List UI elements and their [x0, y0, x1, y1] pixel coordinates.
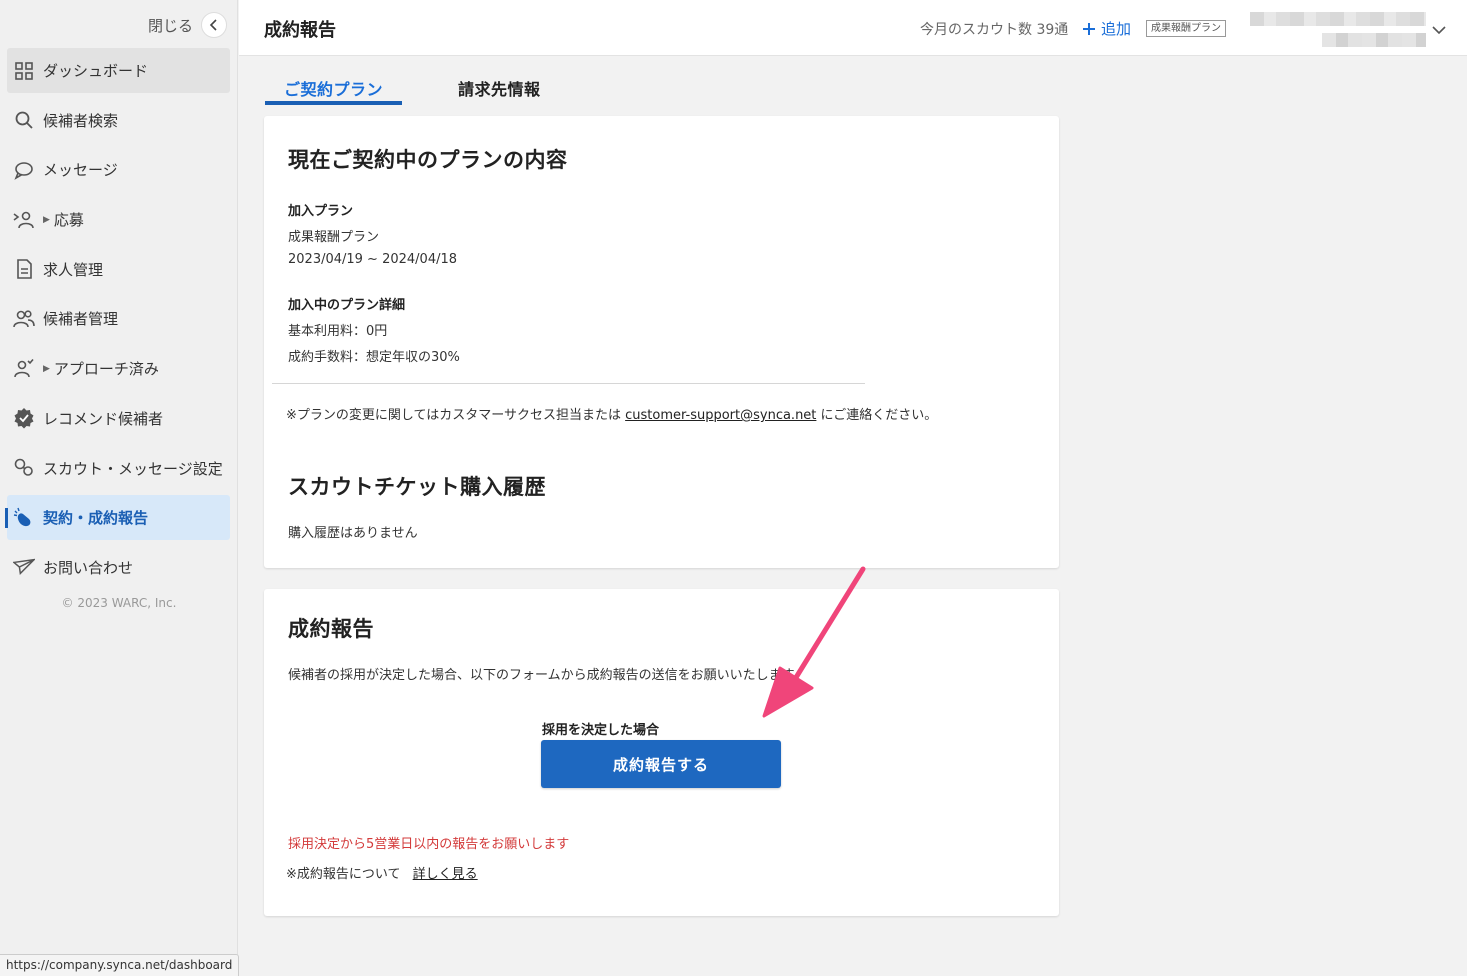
report-heading: 成約報告 — [288, 617, 374, 641]
ticket-history-empty: 購入履歴はありません — [288, 526, 418, 541]
plan-name: 成果報酬プラン — [288, 230, 380, 245]
chevron-down-icon[interactable] — [1432, 20, 1446, 39]
sidebar-item-candidate-management[interactable]: 候補者管理 — [7, 296, 230, 341]
sidebar-item-label: スカウト・メッセージ設定 — [43, 459, 223, 478]
report-deadline-warning: 採用決定から5営業日以内の報告をお願いします — [288, 837, 570, 852]
person-check-icon — [13, 358, 35, 380]
users-icon — [13, 308, 35, 330]
sidebar-item-label: 契約・成約報告 — [43, 509, 149, 528]
sidebar-item-applications[interactable]: ▶ 応募 — [7, 197, 230, 242]
status-url-bar: https://company.synca.net/dashboard — [0, 954, 240, 976]
plus-icon — [1083, 22, 1095, 35]
success-report-card: 成約報告 候補者の採用が決定した場合、以下のフォームから成約報告の送信をお願いい… — [264, 589, 1059, 916]
contract-heading: 現在ご契約中のプランの内容 — [288, 148, 568, 172]
settings-bubble-icon — [13, 457, 35, 479]
sidebar-item-label: お問い合わせ — [43, 558, 134, 577]
sidebar-item-label: アプローチ済み — [53, 360, 159, 379]
sidebar-item-approached[interactable]: ▶ アプローチ済み — [7, 346, 230, 391]
speech-bubble-icon — [13, 159, 35, 181]
sidebar-item-candidate-search[interactable]: 候補者検索 — [7, 98, 230, 143]
sidebar-item-label: 応募 — [53, 211, 84, 230]
plan-period: 2023/04/19 ~ 2024/04/18 — [288, 252, 458, 267]
plan-label: 加入プラン — [288, 204, 354, 219]
plan-detail-label: 加入中のプラン詳細 — [288, 298, 406, 313]
document-icon — [13, 258, 35, 280]
sidebar: 閉じる ダッシュボード 候補者検索 メッセージ ▶ 応募 求人管理 候補者管理 … — [0, 0, 238, 976]
sidebar-item-scout-settings[interactable]: スカウト・メッセージ設定 — [7, 446, 230, 491]
plan-change-note: ※プランの変更に関してはカスタマーサクセス担当または customer-supp… — [286, 404, 937, 423]
contract-plan-card: 現在ご契約中のプランの内容 加入プラン 成果報酬プラン 2023/04/19 ~… — [264, 116, 1059, 568]
base-fee: 基本利用料：0円 — [288, 324, 388, 339]
sidebar-item-contract[interactable]: 契約・成約報告 — [5, 495, 230, 541]
sidebar-item-job-management[interactable]: 求人管理 — [7, 247, 230, 292]
paper-plane-icon — [13, 556, 35, 578]
sidebar-item-label: 候補者検索 — [43, 111, 119, 130]
note-prefix: ※プランの変更に関してはカスタマーサクセス担当または — [286, 408, 621, 423]
verified-badge-icon — [13, 407, 35, 429]
divider — [272, 383, 865, 384]
decide-label: 採用を決定した場合 — [542, 723, 660, 738]
sidebar-close[interactable]: 閉じる — [148, 12, 227, 38]
plan-badge: 成果報酬プラン — [1146, 20, 1226, 37]
about-prefix: ※成約報告について — [286, 867, 401, 882]
report-description: 候補者の採用が決定した場合、以下のフォームから成約報告の送信をお願いいたします。 — [288, 668, 807, 683]
scout-count: 今月のスカウト数 39通 — [920, 22, 1069, 38]
add-label: 追加 — [1101, 20, 1132, 38]
top-header: 成約報告 今月のスカウト数 39通 追加 成果報酬プラン — [239, 0, 1467, 56]
account-company-redacted[interactable] — [1322, 33, 1426, 47]
sidebar-item-label: メッセージ — [43, 161, 118, 180]
sidebar-item-recommended[interactable]: レコメンド候補者 — [7, 396, 230, 441]
sidebar-item-label: ダッシュボード — [43, 62, 149, 80]
grid-icon — [13, 60, 35, 82]
page-title: 成約報告 — [264, 20, 336, 41]
success-fee: 成約手数料：想定年収の30% — [288, 350, 460, 365]
person-arrow-icon — [13, 209, 35, 231]
add-scout-button[interactable]: 追加 — [1082, 18, 1131, 39]
clapping-hands-icon — [13, 507, 35, 529]
sidebar-item-label: レコメンド候補者 — [43, 409, 164, 428]
copyright: © 2023 WARC, Inc. — [61, 596, 177, 610]
sidebar-item-label: 求人管理 — [43, 260, 104, 279]
account-name-redacted[interactable] — [1250, 12, 1426, 26]
details-link[interactable]: 詳しく見る — [413, 867, 478, 882]
note-suffix: にご連絡ください。 — [820, 408, 938, 423]
about-report: ※成約報告について 詳しく見る — [286, 863, 478, 882]
support-email-link[interactable]: customer-support@synca.net — [625, 408, 816, 423]
chevron-left-icon[interactable] — [201, 12, 227, 38]
tab-billing-info[interactable]: 請求先情報 — [458, 76, 541, 100]
close-label: 閉じる — [147, 16, 193, 35]
sidebar-item-messages[interactable]: メッセージ — [7, 147, 230, 192]
search-icon — [13, 109, 35, 131]
sidebar-item-dashboard[interactable]: ダッシュボード — [7, 48, 230, 93]
ticket-history-heading: スカウトチケット購入履歴 — [288, 475, 546, 499]
caret-right-icon: ▶ — [43, 214, 50, 225]
sidebar-nav: ダッシュボード 候補者検索 メッセージ ▶ 応募 求人管理 候補者管理 ▶ アプ… — [5, 48, 230, 595]
sidebar-item-label: 候補者管理 — [43, 310, 119, 329]
tab-contract-plan[interactable]: ご契約プラン — [265, 76, 402, 105]
submit-report-button[interactable]: 成約報告する — [541, 740, 781, 788]
sidebar-item-contact[interactable]: お問い合わせ — [7, 545, 230, 590]
caret-right-icon: ▶ — [43, 363, 50, 374]
